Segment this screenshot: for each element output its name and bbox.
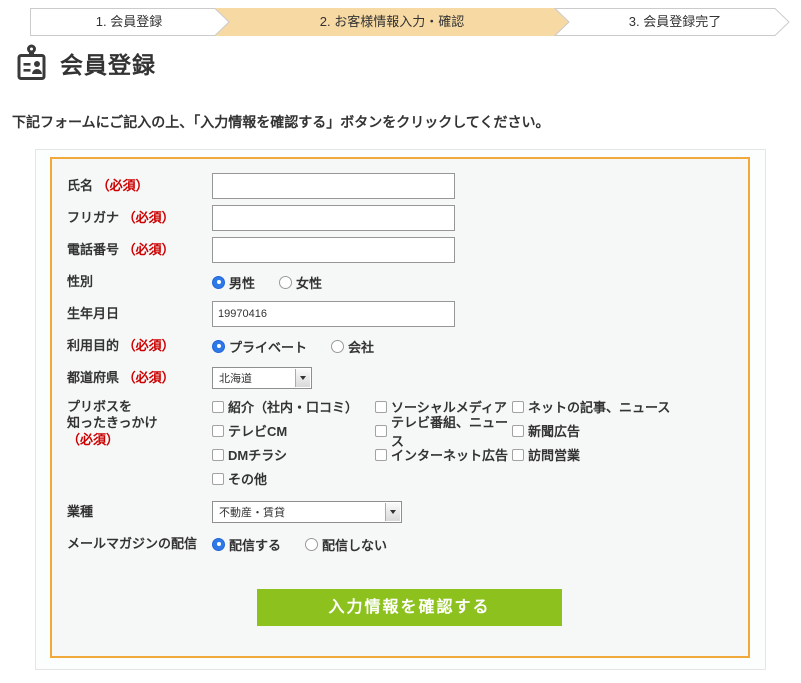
form-row-name: 氏名 （必須） (67, 173, 748, 199)
industry-label: 業種 (67, 504, 212, 520)
purpose-option-private[interactable]: プライベート (212, 337, 307, 356)
form-row-referral-source: プリボスを 知ったきっかけ （必須） 紹介（社内・口コミ） ソーシャルメディア (67, 397, 748, 493)
form-row-purpose: 利用目的 （必須） プライベート 会社 (67, 333, 748, 359)
form-row-industry: 業種 不動産・賃貸 (67, 499, 748, 525)
required-badge: （必須） (97, 178, 149, 193)
form-row-mail-magazine: メールマガジンの配信 配信する 配信しない (67, 531, 748, 557)
referral-source-label: プリボスを 知ったきっかけ （必須） (67, 397, 212, 448)
radio-female[interactable] (279, 276, 292, 289)
required-badge: （必須） (67, 432, 119, 447)
required-badge: （必須） (123, 242, 175, 257)
registration-form: 氏名 （必須） フリガナ （必須） 電話番号 （必須） 性別 (50, 157, 750, 658)
birthdate-input[interactable] (212, 301, 455, 327)
name-input[interactable] (212, 173, 455, 199)
gender-label: 性別 (67, 274, 212, 290)
mailmag-option-subscribe[interactable]: 配信する (212, 535, 281, 554)
required-badge: （必須） (123, 370, 175, 385)
checkbox-option-dm-flyer[interactable]: DMチラシ (212, 445, 375, 464)
checkbox-option-sales-visit[interactable]: 訪問営業 (512, 445, 580, 464)
radio-company[interactable] (331, 340, 344, 353)
mailmag-option-unsubscribe[interactable]: 配信しない (305, 535, 387, 554)
checkbox-other[interactable] (212, 473, 224, 485)
checkbox-option-other[interactable]: その他 (212, 469, 375, 488)
mail-magazine-label: メールマガジンの配信 (67, 536, 212, 552)
purpose-option-company[interactable]: 会社 (331, 337, 374, 356)
birthdate-label: 生年月日 (67, 306, 212, 322)
checkbox-option-referral[interactable]: 紹介（社内・口コミ） (212, 397, 375, 416)
checkbox-referral[interactable] (212, 401, 224, 413)
form-row-gender: 性別 男性 女性 (67, 269, 748, 295)
step-progress-bar: 1. 会員登録 2. お客様情報入力・確認 3. 会員登録完了 (30, 8, 790, 36)
name-label: 氏名 （必須） (67, 178, 212, 194)
chevron-down-icon (390, 510, 396, 514)
checkbox-dm-flyer[interactable] (212, 449, 224, 461)
submit-button-row: 入力情報を確認する (67, 589, 752, 626)
gender-option-female[interactable]: 女性 (279, 273, 322, 292)
step-2-label: 2. お客様情報入力・確認 (320, 14, 464, 29)
confirm-input-button[interactable]: 入力情報を確認する (257, 589, 562, 626)
industry-selected-value: 不動産・賃貸 (219, 504, 285, 520)
dropdown-arrow-button[interactable] (295, 369, 310, 387)
form-row-prefecture: 都道府県 （必須） 北海道 (67, 365, 748, 391)
checkbox-option-tv-cm[interactable]: テレビCM (212, 421, 375, 440)
checkbox-internet-ad[interactable] (375, 449, 387, 461)
prefecture-select[interactable]: 北海道 (212, 367, 312, 389)
checkbox-newspaper-ad[interactable] (512, 425, 524, 437)
checkbox-net-news[interactable] (512, 401, 524, 413)
step-3-label: 3. 会員登録完了 (629, 14, 721, 29)
furigana-input[interactable] (212, 205, 455, 231)
prefecture-label: 都道府県 （必須） (67, 370, 212, 386)
form-row-birthdate: 生年月日 (67, 301, 748, 327)
phone-input[interactable] (212, 237, 455, 263)
radio-unsubscribe[interactable] (305, 538, 318, 551)
required-badge: （必須） (123, 338, 175, 353)
radio-subscribe[interactable] (212, 538, 225, 551)
furigana-label: フリガナ （必須） (67, 210, 212, 226)
required-badge: （必須） (123, 210, 175, 225)
dropdown-arrow-button[interactable] (385, 503, 400, 521)
radio-private[interactable] (212, 340, 225, 353)
gender-option-male[interactable]: 男性 (212, 273, 255, 292)
chevron-down-icon (300, 376, 306, 380)
checkbox-option-newspaper-ad[interactable]: 新聞広告 (512, 421, 580, 440)
checkbox-option-tv-program[interactable]: テレビ番組、ニュース (375, 412, 512, 450)
form-row-furigana: フリガナ （必須） (67, 205, 748, 231)
prefecture-selected-value: 北海道 (219, 370, 252, 386)
checkbox-tv-cm[interactable] (212, 425, 224, 437)
page: 1. 会員登録 2. お客様情報入力・確認 3. 会員登録完了 会員登録 下記フ… (0, 0, 801, 683)
referral-checkbox-grid: 紹介（社内・口コミ） ソーシャルメディア ネットの記事、ニュース テレビCM (212, 397, 670, 493)
form-row-phone: 電話番号 （必須） (67, 237, 748, 263)
checkbox-option-internet-ad[interactable]: インターネット広告 (375, 445, 512, 464)
phone-label: 電話番号 （必須） (67, 242, 212, 258)
page-header: 会員登録 (15, 44, 156, 82)
purpose-label: 利用目的 （必須） (67, 338, 212, 354)
checkbox-sales-visit[interactable] (512, 449, 524, 461)
step-1-label: 1. 会員登録 (96, 14, 162, 29)
page-title: 会員登録 (60, 46, 156, 80)
id-badge-icon (15, 44, 48, 82)
radio-male[interactable] (212, 276, 225, 289)
checkbox-option-net-news[interactable]: ネットの記事、ニュース (512, 397, 670, 416)
checkbox-tv-program[interactable] (375, 425, 387, 437)
form-instruction: 下記フォームにご記入の上、「入力情報を確認する」ボタンをクリックしてください。 (12, 112, 549, 132)
industry-select[interactable]: 不動産・賃貸 (212, 501, 402, 523)
